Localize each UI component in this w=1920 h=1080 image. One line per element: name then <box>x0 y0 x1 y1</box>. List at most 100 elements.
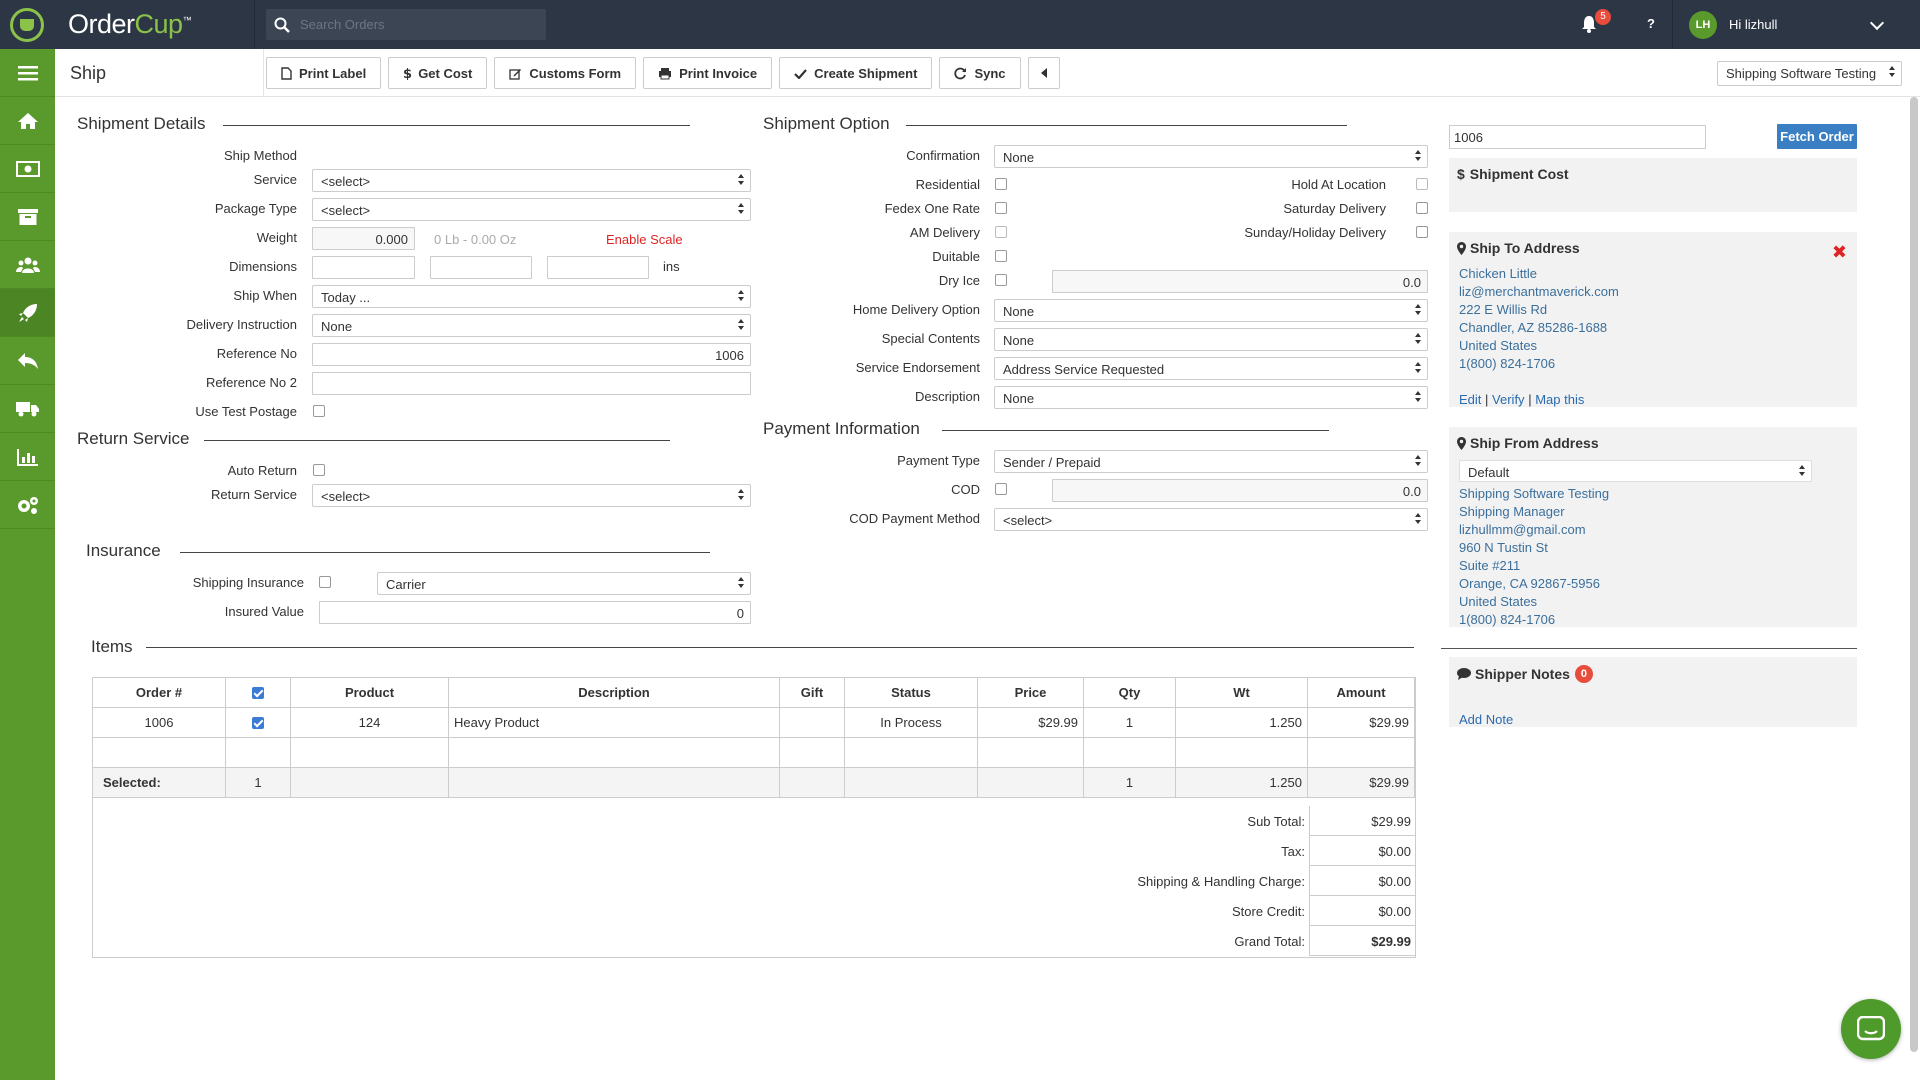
sidebar-item-shipments[interactable] <box>0 385 55 433</box>
sidebar-item-menu[interactable] <box>0 49 55 97</box>
select-all-checkbox[interactable] <box>252 687 264 699</box>
top-bar: OrderCup™ 5 ? LH Hi lizhull <box>0 0 1920 49</box>
store-select[interactable]: Shipping Software Testing <box>1717 61 1902 86</box>
cod-checkbox[interactable] <box>995 483 1007 495</box>
tax-label: Tax: <box>1281 844 1305 859</box>
section-title-shipment-option: Shipment Option <box>763 114 890 133</box>
col-price: Price <box>977 677 1084 708</box>
search-box[interactable] <box>266 9 546 40</box>
weight-input[interactable]: 0.000 <box>312 227 415 250</box>
get-cost-button[interactable]: $ Get Cost <box>388 57 488 89</box>
sidebar-item-ship[interactable] <box>0 289 55 337</box>
shipment-cost-title: $ Shipment Cost <box>1457 166 1569 182</box>
dry-ice-input[interactable]: 0.0 <box>1052 270 1428 293</box>
service-endorsement-label: Service Endorsement <box>855 360 980 375</box>
ship-when-select[interactable]: Today ... <box>312 285 751 308</box>
order-number-input[interactable]: 1006 <box>1449 125 1706 149</box>
dimension-height-input[interactable] <box>547 256 649 279</box>
use-test-postage-checkbox[interactable] <box>313 405 325 417</box>
package-type-select[interactable]: <select> <box>312 198 751 221</box>
special-contents-select[interactable]: None <box>994 328 1428 351</box>
sidebar-item-home[interactable] <box>0 97 55 145</box>
scrollbar-thumb[interactable] <box>1910 97 1918 1052</box>
print-invoice-button[interactable]: Print Invoice <box>643 57 773 89</box>
edit-address-link[interactable]: Edit <box>1459 392 1481 407</box>
fedex-one-rate-checkbox[interactable] <box>995 202 1007 214</box>
ship-from-suite: Suite #211 <box>1459 558 1521 573</box>
service-select[interactable]: <select> <box>312 169 751 192</box>
sidebar-item-inventory[interactable] <box>0 193 55 241</box>
add-note-link[interactable]: Add Note <box>1459 712 1513 727</box>
search-input[interactable] <box>300 17 530 32</box>
residential-label: Residential <box>915 177 980 192</box>
section-title-return-service: Return Service <box>77 429 190 448</box>
service-endorsement-select[interactable]: Address Service Requested <box>994 357 1428 380</box>
sidebar-item-returns[interactable] <box>0 337 55 385</box>
shipping-handling-row: Shipping & Handling Charge: $0.00 <box>92 866 1416 896</box>
table-row[interactable]: 1006 124 Heavy Product In Process $29.99… <box>92 707 1415 738</box>
description-select[interactable]: None <box>994 386 1428 409</box>
page-title: Ship <box>70 63 107 83</box>
payment-type-select[interactable]: Sender / Prepaid <box>994 450 1428 473</box>
sidebar-item-settings[interactable] <box>0 481 55 529</box>
sync-button[interactable]: Sync <box>939 57 1021 89</box>
duitable-checkbox[interactable] <box>995 250 1007 262</box>
ship-to-street: 222 E Willis Rd <box>1459 302 1548 317</box>
sidebar-item-customers[interactable] <box>0 241 55 289</box>
row-checkbox[interactable] <box>252 717 264 729</box>
residential-checkbox[interactable] <box>995 178 1007 190</box>
col-description: Description <box>448 677 780 708</box>
hold-at-location-checkbox[interactable] <box>1416 178 1428 190</box>
ship-from-select[interactable]: Default <box>1459 460 1812 482</box>
map-this-link[interactable]: Map this <box>1535 392 1584 407</box>
confirmation-select[interactable]: None <box>994 145 1428 168</box>
brand-name: OrderCup™ <box>68 9 192 39</box>
sidebar-item-reports[interactable] <box>0 433 55 481</box>
customs-form-button[interactable]: Customs Form <box>494 57 637 89</box>
remove-address-icon[interactable]: ✖ <box>1832 242 1847 263</box>
delivery-instruction-select[interactable]: None <box>312 314 751 337</box>
print-label-button[interactable]: Print Label <box>266 57 382 89</box>
enable-scale-link[interactable]: Enable Scale <box>606 232 683 247</box>
cod-amount-input[interactable]: 0.0 <box>1052 479 1428 502</box>
logo[interactable]: OrderCup™ <box>0 0 255 49</box>
ship-from-city: Orange, CA 92867-5956 <box>1459 576 1600 591</box>
notification-badge: 5 <box>1595 9 1611 25</box>
tax-row: Tax: $0.00 <box>92 836 1416 866</box>
truck-icon <box>15 401 39 416</box>
fetch-order-button[interactable]: Fetch Order <box>1777 124 1857 149</box>
sidebar-item-orders[interactable] <box>0 145 55 193</box>
refresh-icon <box>954 67 967 79</box>
dimension-length-input[interactable] <box>312 256 415 279</box>
create-shipment-button[interactable]: Create Shipment <box>779 57 933 89</box>
sub-header: Ship Print Label $ Get Cost Customs Form… <box>55 49 1920 97</box>
insured-value-input[interactable]: 0 <box>319 601 751 624</box>
ship-from-phone: 1(800) 824-1706 <box>1459 612 1556 627</box>
shipping-insurance-checkbox[interactable] <box>319 576 331 588</box>
back-button[interactable] <box>1027 57 1060 89</box>
sunday-holiday-delivery-checkbox[interactable] <box>1416 226 1428 238</box>
dimension-width-input[interactable] <box>430 256 532 279</box>
section-title-insurance: Insurance <box>86 541 161 560</box>
comment-icon <box>1457 668 1471 680</box>
saturday-delivery-checkbox[interactable] <box>1416 202 1428 214</box>
user-menu[interactable]: LH Hi lizhull <box>1672 0 1920 49</box>
reference-no-input[interactable]: 1006 <box>312 343 751 366</box>
dry-ice-checkbox[interactable] <box>995 274 1007 286</box>
ship-from-company: Shipping Software Testing <box>1459 486 1610 501</box>
chat-button[interactable] <box>1841 999 1901 1059</box>
cell-status: In Process <box>844 707 978 738</box>
toolbar: Print Label $ Get Cost Customs Form Prin… <box>266 57 1067 89</box>
verify-address-link[interactable]: Verify <box>1492 392 1525 407</box>
weight-hint: 0 Lb - 0.00 Oz <box>434 232 517 247</box>
reference-no2-input[interactable] <box>312 372 751 395</box>
auto-return-checkbox[interactable] <box>313 464 325 476</box>
insurance-provider-select[interactable]: Carrier <box>377 572 751 595</box>
help-icon[interactable]: ? <box>1647 16 1655 31</box>
am-delivery-checkbox[interactable] <box>995 226 1007 238</box>
return-service-select[interactable]: <select> <box>312 484 751 507</box>
table-header-row: Order # Product Description Gift Status … <box>92 677 1415 708</box>
home-delivery-option-select[interactable]: None <box>994 299 1428 322</box>
cod-payment-method-select[interactable]: <select> <box>994 508 1428 531</box>
dimensions-unit: ins <box>663 259 680 274</box>
